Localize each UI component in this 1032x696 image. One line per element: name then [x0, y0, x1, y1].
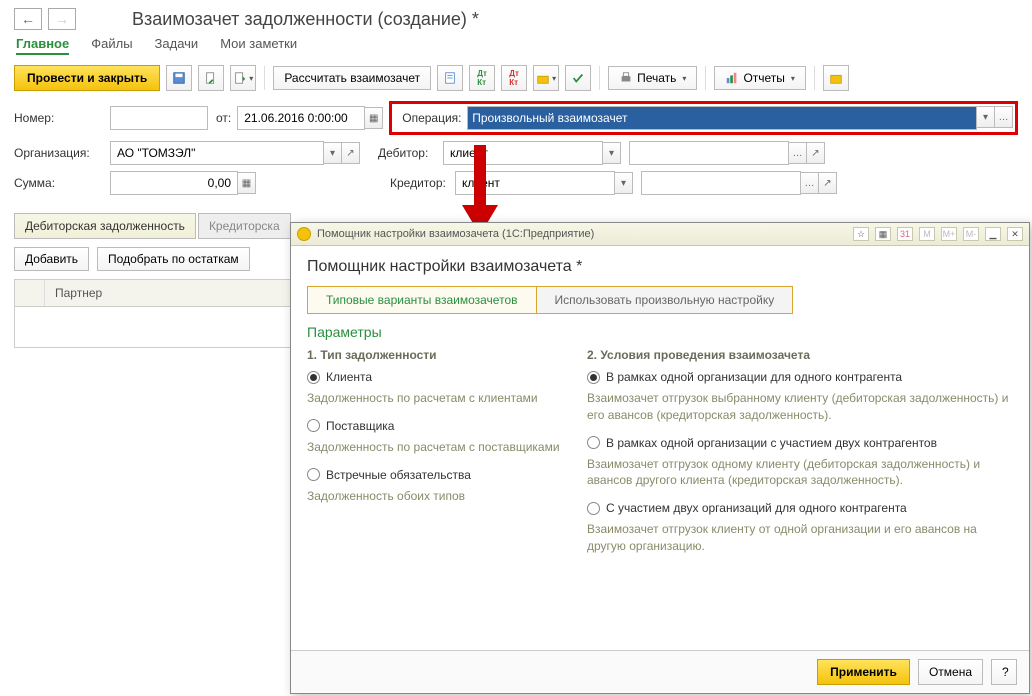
- operation-label: Операция:: [402, 111, 467, 125]
- radio-cond1[interactable]: В рамках одной организации для одного ко…: [587, 370, 1013, 384]
- operation-highlight: Операция: Произвольный взаимозачет ▾ …: [389, 101, 1018, 135]
- helper-popup: Помощник настройки взаимозачета (1С:Пред…: [290, 222, 1030, 694]
- operation-value[interactable]: Произвольный взаимозачет: [472, 111, 627, 125]
- title-icon2[interactable]: ▦: [875, 227, 891, 241]
- creditor-account-input[interactable]: [646, 175, 796, 191]
- reports-button[interactable]: Отчеты▾: [714, 66, 806, 90]
- pick-by-remainder-button[interactable]: Подобрать по остаткам: [97, 247, 250, 271]
- title-m-minus[interactable]: M-: [963, 227, 979, 241]
- dt-kt-red-icon[interactable]: ДтКт: [501, 65, 527, 91]
- operation-dropdown-button[interactable]: ▾: [977, 106, 995, 128]
- print-button[interactable]: Печать▾: [608, 66, 697, 90]
- page-title-text: Взаимозачет задолженности (создание) *: [132, 9, 479, 29]
- nav-back[interactable]: ←: [14, 8, 42, 30]
- cancel-button[interactable]: Отмена: [918, 659, 983, 685]
- close-icon[interactable]: ✕: [1007, 227, 1023, 241]
- minimize-icon[interactable]: ▁: [985, 227, 1001, 241]
- nav-tabs: Главное Файлы Задачи Мои заметки: [0, 34, 1032, 61]
- radio-cond3[interactable]: С участием двух организаций для одного к…: [587, 501, 1013, 515]
- radio-client[interactable]: Клиента: [307, 370, 567, 384]
- main-toolbar: Провести и закрыть ▾ Рассчитать взаимоза…: [0, 61, 1032, 95]
- debtor-account-ellipsis[interactable]: …: [789, 142, 807, 164]
- debtor-label: Дебитор:: [378, 146, 443, 160]
- post-and-close-button[interactable]: Провести и закрыть: [14, 65, 160, 91]
- tab-notes[interactable]: Мои заметки: [220, 36, 297, 55]
- debtor-account-open[interactable]: ↗: [807, 142, 825, 164]
- creditor-account-ellipsis[interactable]: …: [801, 172, 819, 194]
- page-title: Взаимозачет задолженности (создание) *: [132, 9, 479, 30]
- params-heading: Параметры: [307, 324, 1013, 340]
- popup-titlebar: Помощник настройки взаимозачета (1С:Пред…: [291, 223, 1029, 246]
- tab-tasks[interactable]: Задачи: [155, 36, 199, 55]
- col2-heading: 2. Условия проведения взаимозачета: [587, 348, 1013, 362]
- calendar-icon[interactable]: ▦: [365, 107, 383, 129]
- date-label: от:: [216, 111, 231, 125]
- app-1c-icon: [297, 227, 311, 241]
- creditor-account-open[interactable]: ↗: [819, 172, 837, 194]
- desc-mutual: Задолженность обоих типов: [307, 488, 567, 505]
- form: Номер: от: ▦ Операция: Произвольный взаи…: [0, 95, 1032, 207]
- debtor-dropdown-button[interactable]: ▾: [603, 142, 621, 164]
- post-icon[interactable]: [198, 65, 224, 91]
- help-button[interactable]: ?: [991, 659, 1017, 685]
- radio-mutual[interactable]: Встречные обязательства: [307, 468, 567, 482]
- subtab-debtor[interactable]: Дебиторская задолженность: [14, 213, 196, 239]
- org-dropdown-button[interactable]: ▾: [324, 142, 342, 164]
- radio-supplier[interactable]: Поставщика: [307, 419, 567, 433]
- reports-label: Отчеты: [743, 71, 784, 85]
- title-m[interactable]: M: [919, 227, 935, 241]
- folder-icon[interactable]: [823, 65, 849, 91]
- operation-ellipsis-button[interactable]: …: [995, 106, 1013, 128]
- sum-label: Сумма:: [14, 176, 110, 190]
- calc-offset-button[interactable]: Рассчитать взаимозачет: [273, 66, 431, 90]
- desc-client: Задолженность по расчетам с клиентами: [307, 390, 567, 407]
- add-button[interactable]: Добавить: [14, 247, 89, 271]
- doc-icon[interactable]: [437, 65, 463, 91]
- tab-main[interactable]: Главное: [16, 36, 69, 55]
- sum-input[interactable]: [115, 175, 233, 191]
- sum-calc-icon[interactable]: ▦: [238, 172, 256, 194]
- debtor-account-input[interactable]: [634, 145, 784, 161]
- org-input[interactable]: [115, 145, 319, 161]
- title-icon1[interactable]: ☆: [853, 227, 869, 241]
- desc-cond1: Взаимозачет отгрузок выбранному клиенту …: [587, 390, 1013, 424]
- expand-icon[interactable]: ▾: [230, 65, 256, 91]
- title-icon3[interactable]: 31: [897, 227, 913, 241]
- creditor-label: Кредитор:: [390, 176, 455, 190]
- apply-button[interactable]: Применить: [817, 659, 910, 685]
- desc-cond2: Взаимозачет отгрузок одному клиенту (деб…: [587, 456, 1013, 490]
- number-label: Номер:: [14, 111, 110, 125]
- tab-files[interactable]: Файлы: [91, 36, 132, 55]
- org-open-button[interactable]: ↗: [342, 142, 360, 164]
- save-icon[interactable]: [166, 65, 192, 91]
- popup-app-title: Помощник настройки взаимозачета (1С:Пред…: [317, 228, 594, 240]
- col-num: [15, 280, 45, 306]
- debtor-input[interactable]: [448, 145, 598, 161]
- nav-forward[interactable]: →: [48, 8, 76, 30]
- date-input[interactable]: [242, 110, 360, 126]
- desc-supplier: Задолженность по расчетам с поставщиками: [307, 439, 567, 456]
- attach-icon[interactable]: ▾: [533, 65, 559, 91]
- title-m-plus[interactable]: M+: [941, 227, 957, 241]
- col1-heading: 1. Тип задолженности: [307, 348, 567, 362]
- org-label: Организация:: [14, 146, 110, 160]
- check-icon[interactable]: [565, 65, 591, 91]
- number-input[interactable]: [115, 110, 203, 126]
- print-label: Печать: [637, 71, 676, 85]
- popup-footer: Применить Отмена ?: [291, 650, 1029, 693]
- desc-cond3: Взаимозачет отгрузок клиенту от одной ор…: [587, 521, 1013, 555]
- mode-custom-tab[interactable]: Использовать произвольную настройку: [536, 287, 793, 313]
- dt-kt-green-icon[interactable]: ДтКт: [469, 65, 495, 91]
- subtab-creditor[interactable]: Кредиторска: [198, 213, 291, 239]
- radio-cond2[interactable]: В рамках одной организации с участием дв…: [587, 436, 1013, 450]
- creditor-dropdown-button[interactable]: ▾: [615, 172, 633, 194]
- popup-heading: Помощник настройки взаимозачета *: [307, 258, 1013, 276]
- mode-tabs: Типовые варианты взаимозачетов Использов…: [307, 286, 793, 314]
- creditor-input[interactable]: [460, 175, 610, 191]
- mode-typical-tab[interactable]: Типовые варианты взаимозачетов: [308, 287, 536, 313]
